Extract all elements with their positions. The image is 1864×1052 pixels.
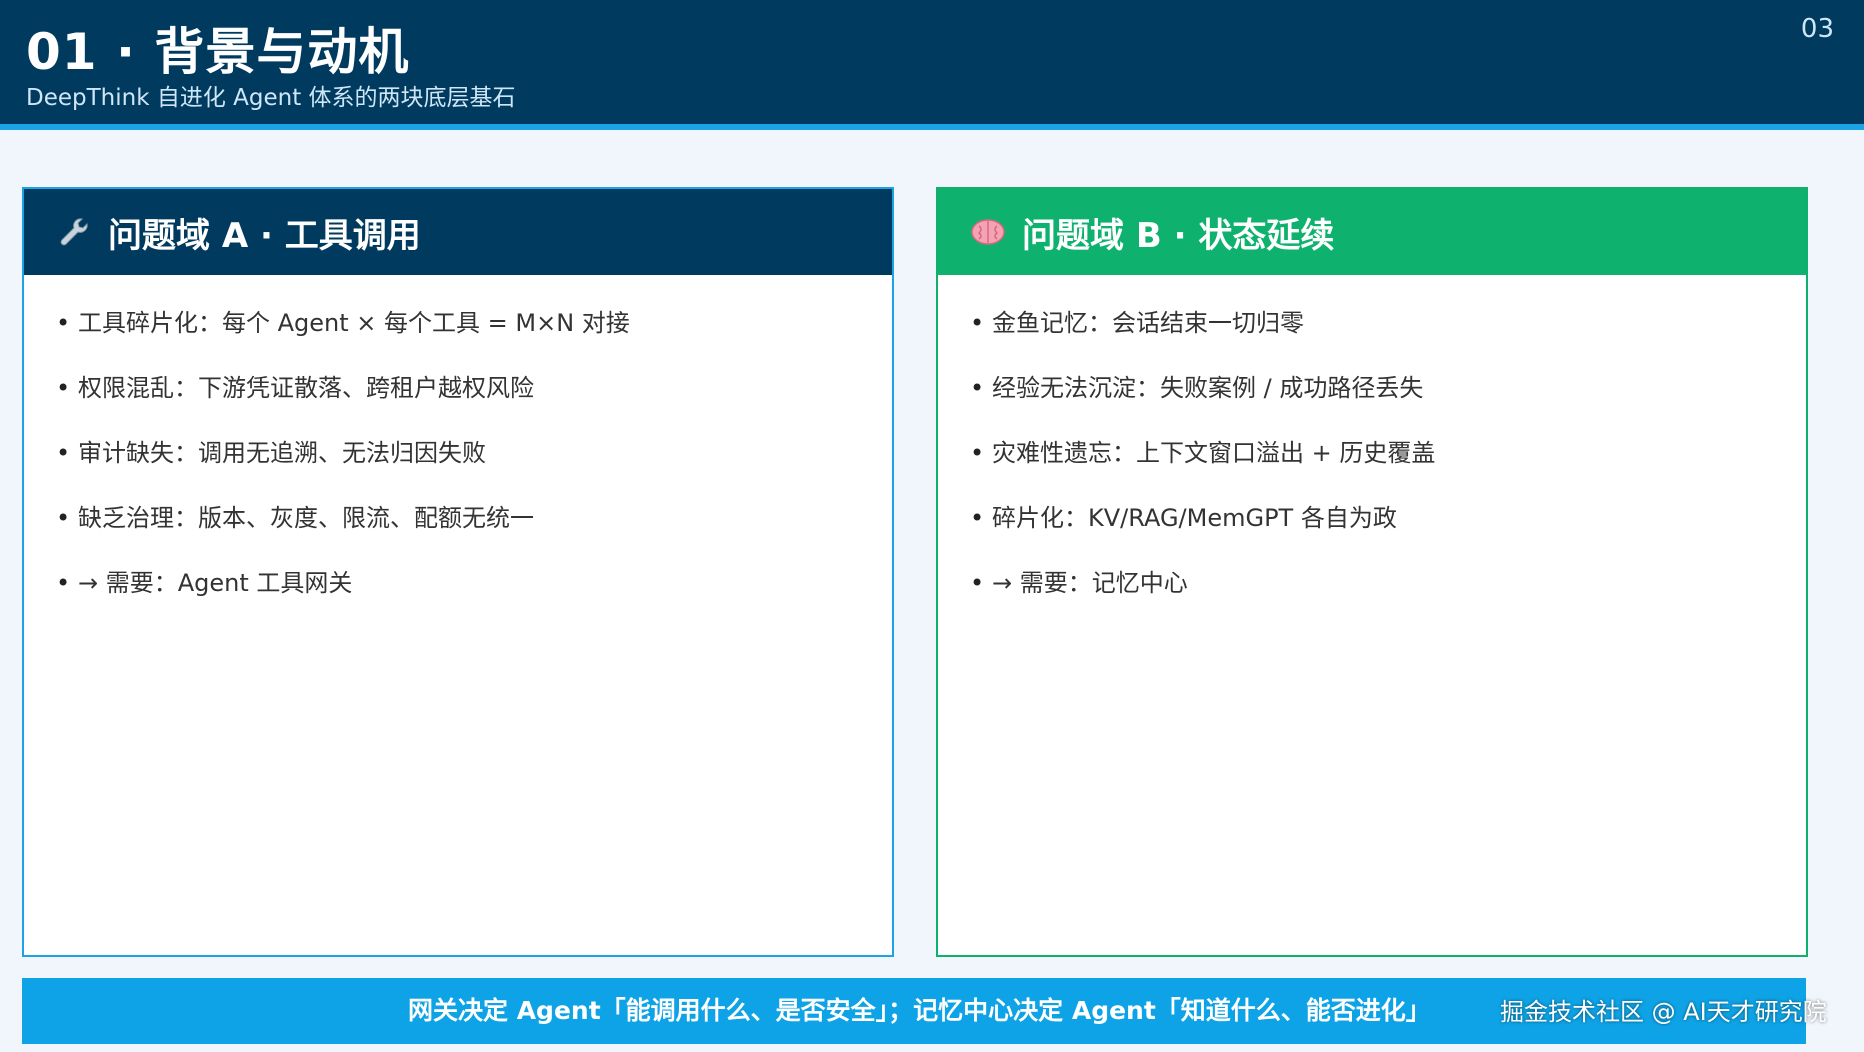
bullet-icon: • [56,569,71,597]
bullet-icon: • [56,374,71,402]
slide-subtitle: DeepThink 自进化 Agent 体系的两块底层基石 [26,85,516,111]
problem-card-b: 问题域 B · 状态延续 • 金鱼记忆：会话结束一切归零 • 经验无法沉淀：失败案例… [936,187,1808,957]
list-item: • 缺乏治理：版本、灰度、限流、配额无统一 [56,500,892,565]
brain-icon [968,212,1008,252]
slide-header: 01 · 背景与动机 DeepThink 自进化 Agent 体系的两块底层基石… [0,0,1864,130]
bullet-icon: • [970,569,985,597]
list-item: • → 需要：Agent 工具网关 [56,565,892,630]
list-item: • 碎片化：KV/RAG/MemGPT 各自为政 [970,500,1806,565]
watermark: 掘金技术社区 @ AI天才研究院 [1500,998,1827,1026]
list-item-text: 金鱼记忆：会话结束一切归零 [992,309,1304,337]
summary-text: 网关决定 Agent「能调用什么、是否安全」；记忆中心决定 Agent「知道什么… [408,996,1431,1025]
card-b-list: • 金鱼记忆：会话结束一切归零 • 经验无法沉淀：失败案例 / 成功路径丢失 • 灾难… [938,275,1806,630]
list-item-text: 碎片化：KV/RAG/MemGPT 各自为政 [992,504,1397,532]
list-item-text: 工具碎片化：每个 Agent × 每个工具 = M×N 对接 [78,309,630,337]
problem-card-a: 问题域 A · 工具调用 • 工具碎片化：每个 Agent × 每个工具 = M×… [22,187,894,957]
page-number: 03 [1800,14,1834,44]
list-item-text: → 需要：记忆中心 [992,569,1188,597]
card-b-header: 问题域 B · 状态延续 [938,189,1806,275]
bullet-icon: • [56,439,71,467]
list-item: • → 需要：记忆中心 [970,565,1806,630]
list-item-text: 审计缺失：调用无追溯、无法归因失败 [78,439,486,467]
list-item-text: 缺乏治理：版本、灰度、限流、配额无统一 [78,504,534,532]
list-item-text: 权限混乱：下游凭证散落、跨租户越权风险 [78,374,534,402]
bullet-icon: • [970,374,985,402]
bullet-icon: • [970,439,985,467]
bullet-icon: • [970,504,985,532]
list-item-text: 经验无法沉淀：失败案例 / 成功路径丢失 [992,374,1424,402]
card-a-title: 问题域 A · 工具调用 [108,215,421,256]
list-item: • 审计缺失：调用无追溯、无法归因失败 [56,435,892,500]
list-item: • 灾难性遗忘：上下文窗口溢出 + 历史覆盖 [970,435,1806,500]
bullet-icon: • [56,309,71,337]
bullet-icon: • [970,309,985,337]
list-item: • 经验无法沉淀：失败案例 / 成功路径丢失 [970,370,1806,435]
wrench-icon [54,212,94,252]
bullet-icon: • [56,504,71,532]
card-a-list: • 工具碎片化：每个 Agent × 每个工具 = M×N 对接 • 权限混乱：下游… [24,275,892,630]
list-item: • 金鱼记忆：会话结束一切归零 [970,305,1806,370]
list-item-text: → 需要：Agent 工具网关 [78,569,353,597]
list-item-text: 灾难性遗忘：上下文窗口溢出 + 历史覆盖 [992,439,1436,467]
list-item: • 工具碎片化：每个 Agent × 每个工具 = M×N 对接 [56,305,892,370]
slide-title: 01 · 背景与动机 [26,23,410,81]
card-b-title: 问题域 B · 状态延续 [1022,215,1335,256]
list-item: • 权限混乱：下游凭证散落、跨租户越权风险 [56,370,892,435]
card-a-header: 问题域 A · 工具调用 [24,189,892,275]
